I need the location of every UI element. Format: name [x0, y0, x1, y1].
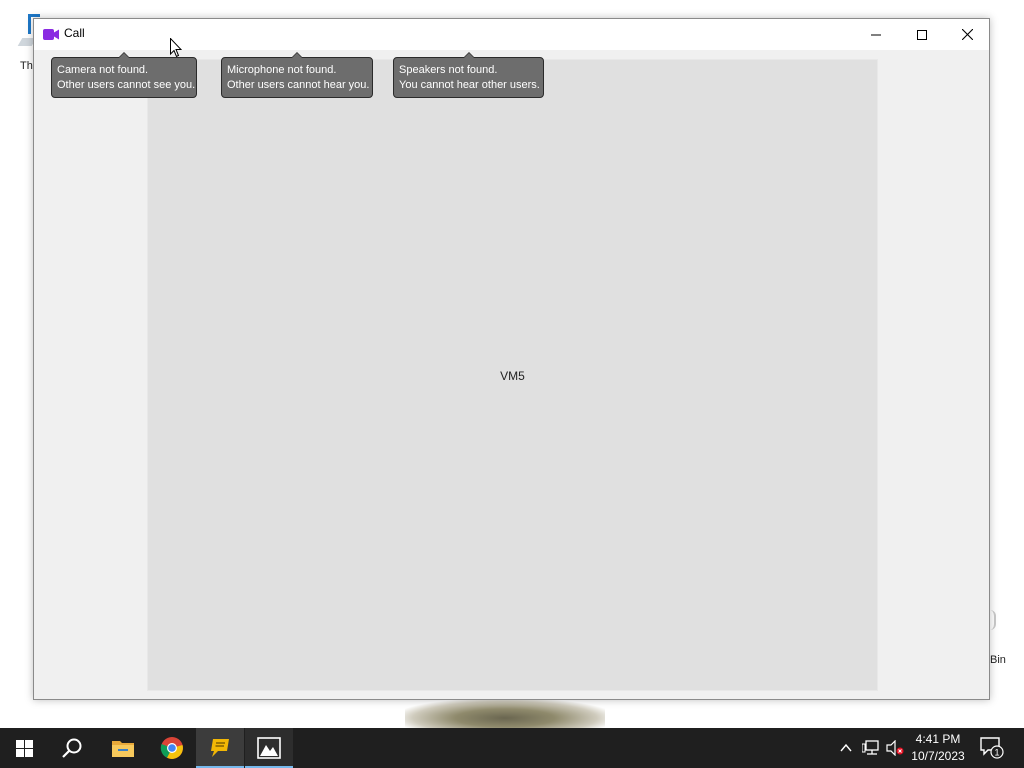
maximize-icon: [917, 29, 927, 40]
notification-count: 1: [994, 748, 999, 758]
start-button[interactable]: [0, 728, 48, 768]
recycle-bin-label[interactable]: Bin: [990, 654, 1006, 666]
clock-date: 10/7/2023: [911, 749, 965, 763]
chat-bubble-icon: [211, 739, 229, 757]
close-button[interactable]: [944, 19, 990, 50]
tooltip-title: Camera not found.: [57, 64, 149, 76]
minimize-button[interactable]: [853, 19, 899, 50]
volume-muted-icon[interactable]: [886, 740, 904, 756]
search-icon: [62, 738, 82, 758]
chrome-icon: [160, 737, 183, 759]
wallpaper-image: [405, 700, 605, 730]
window-title: Call: [64, 26, 85, 40]
close-icon: [961, 29, 973, 40]
photos-button[interactable]: [245, 728, 293, 768]
chevron-up-icon[interactable]: [838, 740, 854, 756]
clock-time: 4:41 PM: [915, 732, 961, 746]
tooltip-title: Speakers not found.: [399, 64, 498, 76]
windows-logo-icon: [15, 739, 33, 757]
tooltip-text: You cannot hear other users.: [399, 79, 540, 91]
taskbar: 4:41 PM 10/7/2023 1: [0, 728, 1024, 768]
speakers-warning-tooltip: Speakers not found. You cannot hear othe…: [393, 52, 544, 98]
minimize-icon: [871, 34, 881, 35]
desktop: Th Bin Call VM5 Camera not found. Other …: [0, 0, 1024, 768]
tooltip-text: Other users cannot see you.: [57, 79, 196, 91]
camera-warning-tooltip: Camera not found. Other users cannot see…: [51, 52, 197, 98]
system-clock[interactable]: 4:41 PM 10/7/2023: [905, 731, 971, 765]
desktop-shortcut-label[interactable]: Th: [20, 60, 33, 72]
photos-icon: [257, 737, 281, 759]
video-camera-icon: [43, 29, 59, 40]
search-button[interactable]: [48, 728, 96, 768]
folder-icon: [112, 741, 134, 757]
participant-label: VM5: [500, 369, 525, 383]
notification-icon: 1: [980, 737, 1004, 759]
mouse-cursor-icon: [170, 38, 182, 58]
microphone-warning-tooltip: Microphone not found. Other users cannot…: [221, 52, 373, 98]
tooltip-text: Other users cannot hear you.: [227, 79, 370, 91]
chrome-button[interactable]: [148, 728, 196, 768]
tooltip-title: Microphone not found.: [227, 64, 337, 76]
video-area[interactable]: VM5: [147, 59, 878, 691]
call-window: Call VM5 Camera not found. Other users c…: [33, 18, 990, 700]
action-center-button[interactable]: 1: [980, 737, 1004, 759]
network-icon[interactable]: [862, 740, 880, 756]
messenger-button[interactable]: [196, 728, 244, 768]
maximize-button[interactable]: [899, 19, 945, 50]
file-explorer-button[interactable]: [99, 728, 147, 768]
